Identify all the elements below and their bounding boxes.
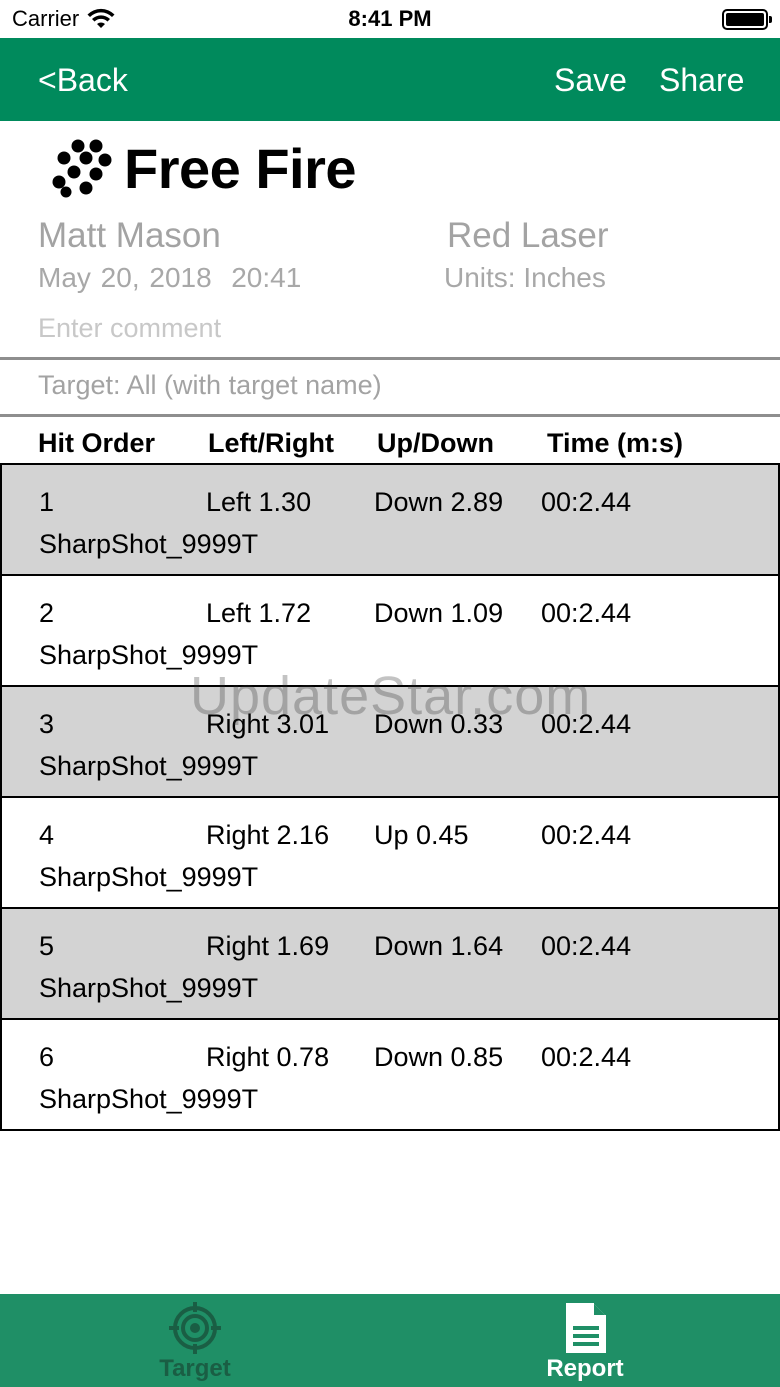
nav-bar: <Back Save Share: [0, 38, 780, 121]
up-down-value: Up 0.45: [374, 820, 469, 850]
time-value: 00:2.44: [541, 709, 632, 739]
left-right-value: Right 0.78: [206, 1042, 330, 1072]
shooter-name: Matt Mason: [38, 216, 221, 255]
hit-order: 1: [39, 487, 55, 517]
hit-order: 3: [39, 709, 55, 739]
table-row[interactable]: 2 Left 1.72 Down 1.09 00:2.44 SharpShot_…: [0, 574, 780, 687]
target-name: SharpShot_9999T: [39, 1084, 259, 1114]
left-right-value: Left 1.30: [206, 487, 312, 517]
hit-list: 1 Left 1.30 Down 2.89 00:2.44 SharpShot_…: [0, 463, 780, 1131]
target-name: SharpShot_9999T: [39, 529, 259, 559]
time-value: 00:2.44: [541, 598, 632, 628]
tab-target[interactable]: Target: [0, 1294, 390, 1387]
tab-label: Report: [546, 1355, 624, 1382]
tab-report[interactable]: Report: [390, 1294, 780, 1387]
comment-input[interactable]: [38, 308, 738, 348]
table-row[interactable]: 5 Right 1.69 Down 1.64 00:2.44 SharpShot…: [0, 907, 780, 1020]
table-header: Hit Order Left/Right Up/Down Time (m:s): [0, 424, 780, 464]
session-date: May 20, 2018 20:41: [38, 262, 302, 293]
hit-order: 5: [39, 931, 55, 961]
document-report-icon: [566, 1303, 606, 1353]
tab-label: Target: [159, 1355, 231, 1382]
column-header-up-down: Up/Down: [377, 428, 494, 458]
left-right-value: Right 2.16: [206, 820, 330, 850]
up-down-value: Down 0.85: [374, 1042, 504, 1072]
up-down-value: Down 2.89: [374, 487, 504, 517]
dots-cluster-icon: [52, 139, 112, 198]
target-name: SharpShot_9999T: [39, 751, 259, 781]
divider: [0, 357, 780, 360]
up-down-value: Down 1.64: [374, 931, 504, 961]
left-right-value: Right 1.69: [206, 931, 330, 961]
battery-icon: [722, 9, 772, 30]
left-right-value: Left 1.72: [206, 598, 312, 628]
hit-order: 2: [39, 598, 55, 628]
status-bar: Carrier 8:41 PM: [0, 0, 780, 38]
table-row[interactable]: 1 Left 1.30 Down 2.89 00:2.44 SharpShot_…: [0, 463, 780, 576]
laser-type: Red Laser: [447, 216, 609, 255]
table-row[interactable]: 6 Right 0.78 Down 0.85 00:2.44 SharpShot…: [0, 1018, 780, 1131]
table-row[interactable]: 4 Right 2.16 Up 0.45 00:2.44 SharpShot_9…: [0, 796, 780, 909]
divider: [0, 414, 780, 417]
share-button[interactable]: Share: [659, 62, 744, 99]
left-right-value: Right 3.01: [206, 709, 330, 739]
time-value: 00:2.44: [541, 487, 632, 517]
column-header-hit-order: Hit Order: [38, 428, 156, 458]
target-name: SharpShot_9999T: [39, 640, 259, 670]
column-header-time: Time (m:s): [547, 428, 684, 458]
status-time: 8:41 PM: [348, 6, 432, 31]
target-name: SharpShot_9999T: [39, 862, 259, 892]
up-down-value: Down 0.33: [374, 709, 504, 739]
time-value: 00:2.44: [541, 820, 632, 850]
target-filter[interactable]: Target: All (with target name): [38, 370, 382, 401]
target-name: SharpShot_9999T: [39, 973, 259, 1003]
page-title: Free Fire: [124, 137, 357, 200]
up-down-value: Down 1.09: [374, 598, 504, 628]
time-value: 00:2.44: [541, 1042, 632, 1072]
save-button[interactable]: Save: [554, 62, 627, 99]
time-value: 00:2.44: [541, 931, 632, 961]
back-button[interactable]: <Back: [38, 62, 128, 99]
column-header-left-right: Left/Right: [208, 428, 334, 458]
tab-bar: Target Report: [0, 1294, 780, 1387]
crosshair-target-icon: [169, 1302, 221, 1354]
table-row[interactable]: 3 Right 3.01 Down 0.33 00:2.44 SharpShot…: [0, 685, 780, 798]
hit-order: 4: [39, 820, 55, 850]
hit-order: 6: [39, 1042, 55, 1072]
units-label: Units: Inches: [444, 262, 606, 293]
